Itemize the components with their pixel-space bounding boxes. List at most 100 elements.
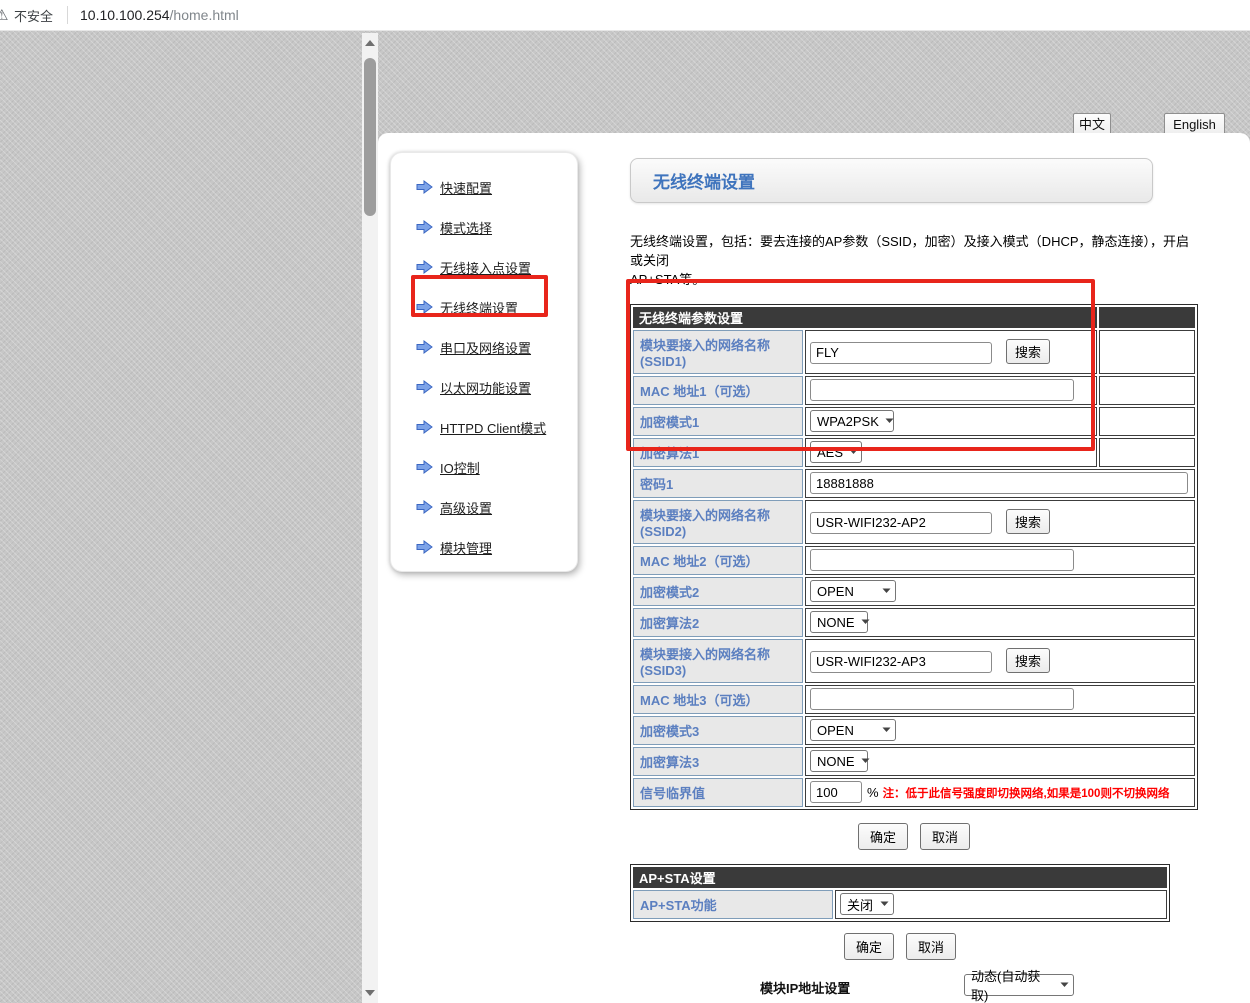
url-host: 10.10.100.254 — [80, 7, 170, 23]
sidebar-item-label[interactable]: 高级设置 — [440, 498, 492, 517]
row-label: 模块要接入的网络名称(SSID3) — [633, 639, 803, 683]
page-title-box: 无线终端设置 — [630, 158, 1153, 203]
arrow-right-icon — [416, 540, 433, 554]
chevron-down-icon — [861, 619, 870, 625]
sidebar-menu: 快速配置 模式选择 无线接入点设置 无线终端设置 串口及网络设置 以太网功能设置… — [390, 152, 578, 572]
table-row: 加密模式1 WPA2PSK — [633, 407, 1195, 436]
table-header: 无线终端参数设置 — [633, 307, 1097, 328]
table-row: 信号临界值 %注：低于此信号强度即切换网络,如果是100则不切换网络 — [633, 778, 1195, 807]
sidebar-item-mode-select[interactable]: 模式选择 — [391, 207, 577, 247]
empty-cell — [1099, 407, 1195, 436]
empty-cell — [1099, 376, 1195, 405]
vertical-scrollbar[interactable] — [362, 33, 378, 1003]
signal-threshold-note: 注：低于此信号强度即切换网络,如果是100则不切换网络 — [883, 788, 1170, 800]
sidebar-item-quick-config[interactable]: 快速配置 — [391, 167, 577, 207]
sidebar-item-label[interactable]: 串口及网络设置 — [440, 338, 531, 357]
sta-ok-button[interactable]: 确定 — [858, 823, 908, 850]
apsta-function-select[interactable]: 关闭 — [840, 893, 894, 915]
ssid2-input[interactable] — [810, 512, 992, 534]
sidebar-item-label[interactable]: IO控制 — [440, 458, 480, 477]
arrow-right-icon — [416, 380, 433, 394]
security-label: 不安全 — [14, 6, 53, 25]
signal-threshold-input[interactable] — [810, 781, 862, 803]
url-text: 10.10.100.254/home.html — [80, 7, 239, 23]
table-row: 加密算法1 AES — [633, 438, 1195, 467]
encryption-mode2-select[interactable]: OPEN — [810, 580, 896, 602]
mac3-input[interactable] — [810, 688, 1074, 710]
mac1-input[interactable] — [810, 379, 1074, 401]
arrow-right-icon — [416, 300, 433, 314]
sidebar-item-label[interactable]: 无线终端设置 — [440, 298, 518, 317]
empty-cell — [1099, 330, 1195, 374]
sidebar-item-advanced[interactable]: 高级设置 — [391, 487, 577, 527]
row-label: 加密算法1 — [633, 438, 803, 467]
settings-content: 无线终端设置 无线终端设置，包括：要去连接的AP参数（SSID，加密）及接入模式… — [630, 133, 1202, 1003]
table-row: MAC 地址3（可选） — [633, 685, 1195, 714]
encryption-mode3-select[interactable]: OPEN — [810, 719, 896, 741]
scrollbar-down-icon — [365, 990, 375, 996]
apsta-cancel-button[interactable]: 取消 — [906, 933, 956, 960]
row-label: 加密模式1 — [633, 407, 803, 436]
ssid1-search-button[interactable]: 搜索 — [1006, 339, 1050, 364]
table-row: MAC 地址2（可选） — [633, 546, 1195, 575]
sidebar-item-io-control[interactable]: IO控制 — [391, 447, 577, 487]
module-ip-setting-row: 模块IP地址设置 动态(自动获取) — [630, 973, 1170, 999]
ssid2-search-button[interactable]: 搜索 — [1006, 509, 1050, 534]
arrow-right-icon — [416, 220, 433, 234]
row-label: 加密模式3 — [633, 716, 803, 745]
divider — [67, 6, 68, 24]
ssid3-input[interactable] — [810, 651, 992, 673]
not-secure-warning-icon: ⚠ — [0, 6, 8, 24]
encryption-algorithm1-select[interactable]: AES — [810, 441, 862, 463]
encryption-algorithm3-select[interactable]: NONE — [810, 750, 868, 772]
sidebar-item-label[interactable]: 模式选择 — [440, 218, 492, 237]
sidebar-item-serial-network[interactable]: 串口及网络设置 — [391, 327, 577, 367]
table-row: 模块要接入的网络名称(SSID3) 搜索 — [633, 639, 1195, 683]
scrollbar-thumb[interactable] — [364, 58, 376, 216]
ssid3-search-button[interactable]: 搜索 — [1006, 648, 1050, 673]
password1-input[interactable] — [810, 472, 1188, 494]
sidebar-item-label[interactable]: 模块管理 — [440, 538, 492, 557]
chevron-down-icon — [1060, 982, 1069, 988]
row-label: MAC 地址3（可选） — [633, 685, 803, 714]
encryption-algorithm2-select[interactable]: NONE — [810, 611, 868, 633]
sidebar-item-ap-settings[interactable]: 无线接入点设置 — [391, 247, 577, 287]
row-label: 模块要接入的网络名称(SSID2) — [633, 500, 803, 544]
sta-cancel-button[interactable]: 取消 — [920, 823, 970, 850]
row-label: AP+STA功能 — [633, 890, 833, 919]
arrow-right-icon — [416, 460, 433, 474]
sidebar-item-label[interactable]: 无线接入点设置 — [440, 258, 531, 277]
row-label: 加密算法3 — [633, 747, 803, 776]
sidebar-item-ethernet[interactable]: 以太网功能设置 — [391, 367, 577, 407]
chevron-down-icon — [885, 418, 894, 424]
scrollbar-up-button[interactable] — [362, 35, 378, 51]
ip-mode-select[interactable]: 动态(自动获取) — [964, 974, 1074, 996]
url-path: /home.html — [170, 7, 239, 23]
ssid1-input[interactable] — [810, 342, 992, 364]
table-header: AP+STA设置 — [633, 867, 1167, 888]
table-row: 密码1 — [633, 469, 1195, 498]
page-description: 无线终端设置，包括：要去连接的AP参数（SSID，加密）及接入模式（DHCP，静… — [630, 233, 1196, 290]
arrow-right-icon — [416, 340, 433, 354]
table-row: MAC 地址1（可选） — [633, 376, 1195, 405]
sidebar-item-label[interactable]: 以太网功能设置 — [440, 378, 531, 397]
chevron-down-icon — [882, 727, 891, 733]
encryption-mode1-select[interactable]: WPA2PSK — [810, 410, 894, 432]
chevron-down-icon — [861, 758, 870, 764]
table-row: 模块要接入的网络名称(SSID1) 搜索 — [633, 330, 1195, 374]
sidebar-item-label[interactable]: HTTPD Client模式 — [440, 418, 546, 437]
row-label: 密码1 — [633, 469, 803, 498]
arrow-right-icon — [416, 260, 433, 274]
chevron-down-icon — [849, 449, 858, 455]
scrollbar-down-button[interactable] — [362, 985, 378, 1001]
row-label: 加密算法2 — [633, 608, 803, 637]
table-row: 模块要接入的网络名称(SSID2) 搜索 — [633, 500, 1195, 544]
sidebar-item-httpd-client[interactable]: HTTPD Client模式 — [391, 407, 577, 447]
sidebar-item-label[interactable]: 快速配置 — [440, 178, 492, 197]
browser-address-bar[interactable]: ⚠ 不安全 10.10.100.254/home.html — [0, 0, 1250, 31]
apsta-ok-button[interactable]: 确定 — [844, 933, 894, 960]
mac2-input[interactable] — [810, 549, 1074, 571]
sidebar-item-sta-settings[interactable]: 无线终端设置 — [391, 287, 577, 327]
table-row: 加密算法2 NONE — [633, 608, 1195, 637]
sidebar-item-module-management[interactable]: 模块管理 — [391, 527, 577, 567]
